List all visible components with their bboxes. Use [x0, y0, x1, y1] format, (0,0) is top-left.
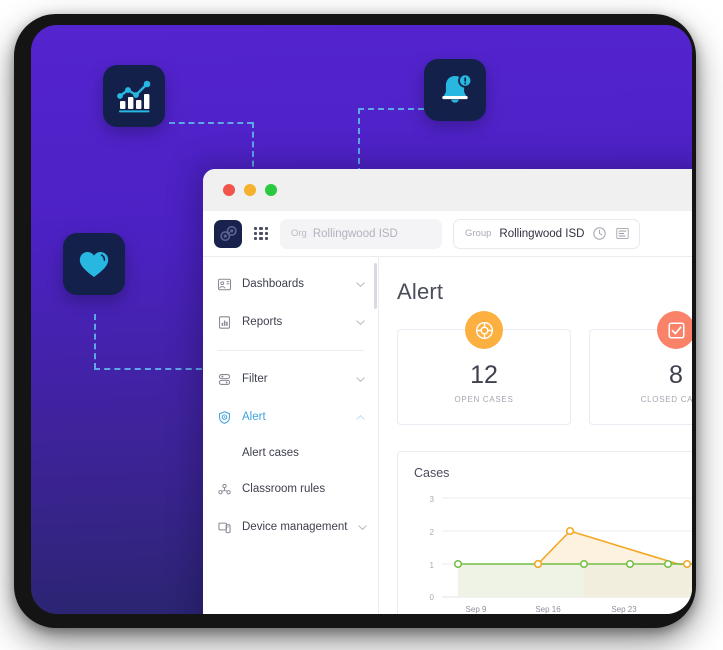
- cases-chart-card: Cases 3 2 1 0 Sep 9 Sep 16 Sep 23 Sep 30: [397, 451, 692, 614]
- apps-grid-icon[interactable]: [253, 226, 269, 242]
- sidebar-item-classroom-rules[interactable]: Classroom rules: [203, 470, 378, 508]
- sidebar-item-alert[interactable]: Alert: [203, 398, 378, 436]
- stat-value: 8: [669, 360, 683, 389]
- chevron-down-icon[interactable]: [355, 374, 366, 385]
- ytick-2: 2: [430, 528, 435, 537]
- point-closed-0: [453, 559, 463, 569]
- sidebar-item-label: Reports: [242, 316, 283, 328]
- point-open-0: [533, 559, 543, 569]
- bell-alert-icon-glyph: [442, 73, 473, 103]
- chevron-up-icon[interactable]: [355, 412, 366, 423]
- analytics-chart-icon-glyph: [117, 80, 151, 113]
- heart-icon-glyph: [79, 252, 109, 277]
- group-selector[interactable]: Group Rollingwood ISD: [453, 218, 641, 249]
- shield-alert-icon: [219, 410, 230, 424]
- chevron-down-icon[interactable]: [355, 279, 366, 290]
- group-label: Group: [465, 228, 492, 239]
- app-body: Dashboards Reports Filter Alert Alert ca…: [203, 257, 692, 614]
- filter-icon: [218, 373, 231, 385]
- heart-icon: [63, 233, 125, 295]
- lifebuoy-icon-glyph: [475, 321, 493, 339]
- chevron-down-icon[interactable]: [355, 317, 366, 328]
- connector-chart-horizontal: [169, 122, 253, 124]
- lifebuoy-icon: [465, 311, 503, 349]
- sidebar: Dashboards Reports Filter Alert Alert ca…: [203, 257, 379, 614]
- app-toolbar: Org Rollingwood ISD Group Rollingwood IS…: [203, 211, 692, 257]
- sidebar-subitem-label: Alert cases: [242, 447, 299, 459]
- sidebar-item-label: Filter: [242, 373, 268, 385]
- report-icon: [219, 315, 230, 329]
- point-closed-4: [663, 559, 673, 569]
- checkbox-checked-icon: [657, 311, 692, 349]
- xtick-2: Sep 23: [611, 605, 637, 614]
- page-title: Alert: [397, 279, 444, 304]
- analytics-chart-icon: [103, 65, 165, 127]
- connector-heart-vertical: [94, 314, 96, 369]
- sidebar-item-label: Device management: [242, 521, 348, 533]
- bell-alert-icon: [424, 59, 486, 121]
- ytick-1: 1: [430, 561, 435, 570]
- point-open-1: [565, 526, 575, 536]
- point-closed-2: [579, 559, 589, 569]
- checkbox-checked-icon-glyph: [667, 321, 685, 339]
- sidebar-scrollbar[interactable]: [374, 263, 377, 309]
- sidebar-subitem-alert-cases[interactable]: Alert cases: [203, 436, 378, 470]
- browser-window: Org Rollingwood ISD Group Rollingwood IS…: [203, 169, 692, 614]
- xtick-3: Sep 30: [687, 605, 692, 614]
- sidebar-item-filter[interactable]: Filter: [203, 360, 378, 398]
- stat-value: 12: [470, 360, 498, 389]
- dashboard-icon: [217, 278, 232, 290]
- sidebar-item-label: Classroom rules: [242, 483, 326, 495]
- stat-card-open-cases[interactable]: 12 OPEN CASES: [397, 311, 571, 425]
- connector-heart-horizontal: [94, 368, 212, 370]
- org-search-input[interactable]: Org Rollingwood ISD: [280, 218, 442, 249]
- list-view-icon[interactable]: [615, 226, 630, 241]
- cases-line-chart: 3 2 1 0 Sep 9 Sep 16 Sep 23 Sep 30: [430, 495, 692, 614]
- app-logo[interactable]: [214, 219, 242, 248]
- sidebar-item-dashboards[interactable]: Dashboards: [203, 265, 378, 303]
- device-icon: [218, 522, 231, 533]
- stat-card-list: 12 OPEN CASES 8 CLOSED CASES: [397, 311, 692, 425]
- stat-label: CLOSED CASES: [640, 394, 692, 404]
- scene-root: Org Rollingwood ISD Group Rollingwood IS…: [0, 0, 723, 650]
- window-close-button[interactable]: [223, 184, 235, 196]
- point-closed-3: [625, 559, 635, 569]
- xtick-1: Sep 16: [535, 605, 561, 614]
- classroom-rules-icon: [218, 483, 231, 494]
- main-content: Alert 12 OPEN CASES 8 CLOSED CA Cases 3 …: [379, 257, 692, 614]
- org-label: Org: [291, 228, 307, 239]
- device-screen: Org Rollingwood ISD Group Rollingwood IS…: [31, 25, 692, 614]
- sidebar-divider: [217, 350, 364, 351]
- ytick-3: 3: [430, 495, 435, 504]
- window-minimize-button[interactable]: [244, 184, 256, 196]
- series-area-closed-left: [458, 564, 584, 597]
- sidebar-item-device-management[interactable]: Device management: [203, 508, 378, 546]
- stat-card-closed-cases[interactable]: 8 CLOSED CASES: [589, 311, 692, 425]
- org-value: Rollingwood ISD: [312, 227, 398, 240]
- point-open-2: [682, 559, 692, 569]
- xtick-0: Sep 9: [466, 605, 487, 614]
- series-area-open: [538, 531, 692, 564]
- ytick-0: 0: [430, 593, 435, 602]
- app-logo-icon: [219, 225, 237, 242]
- chevron-down-icon[interactable]: [357, 522, 368, 533]
- chart-title: Cases: [414, 466, 450, 480]
- clock-icon[interactable]: [592, 226, 607, 241]
- window-titlebar: [203, 169, 692, 211]
- window-maximize-button[interactable]: [265, 184, 277, 196]
- series-area-closed-right: [584, 564, 692, 597]
- sidebar-item-label: Alert: [242, 411, 266, 423]
- group-value: Rollingwood ISD: [499, 227, 585, 240]
- sidebar-item-label: Dashboards: [242, 278, 305, 290]
- sidebar-item-reports[interactable]: Reports: [203, 303, 378, 341]
- stat-label: OPEN CASES: [454, 394, 514, 404]
